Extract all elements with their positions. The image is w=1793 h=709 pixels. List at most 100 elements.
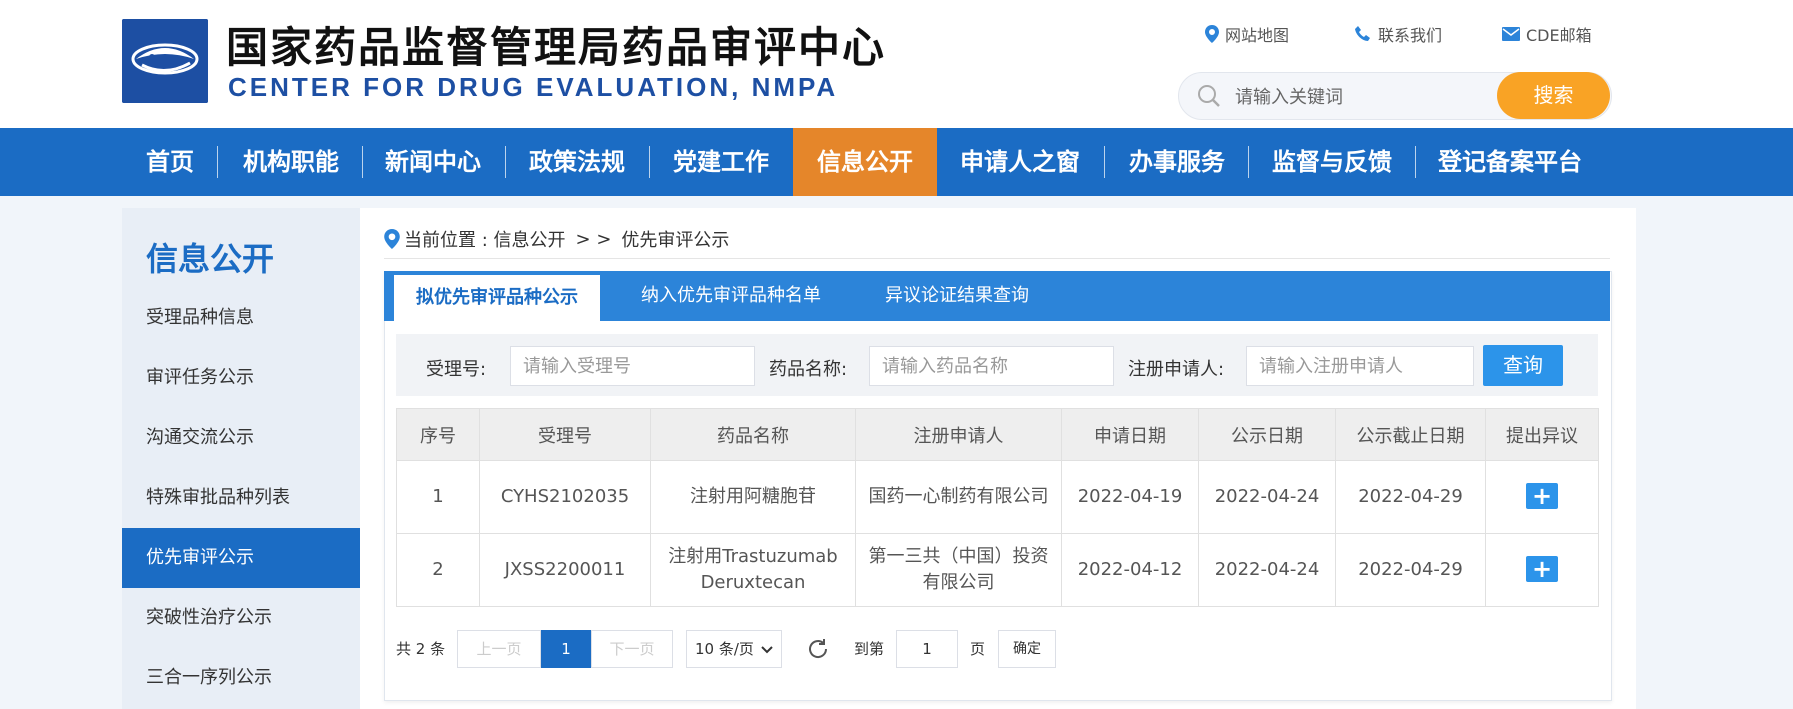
nav-divider — [649, 146, 650, 178]
accept-no-label: 受理号: — [426, 359, 487, 380]
cell-index: 1 — [396, 460, 480, 534]
page-1-button[interactable]: 1 — [541, 630, 591, 668]
sitemap-link[interactable]: 网站地图 — [1205, 22, 1289, 46]
tab-bar: 拟优先审评品种公示 纳入优先审评品种名单 异议论证结果查询 — [384, 271, 1610, 321]
site-title: 国家药品监督管理局药品审评中心 — [226, 23, 887, 72]
cell-applicant: 国药一心制药有限公司 — [855, 460, 1062, 534]
cell-drug-name: 注射用阿糖胞苷 — [650, 460, 856, 534]
nav-divider — [1248, 146, 1249, 178]
goto-page-input[interactable]: 1 — [896, 630, 958, 668]
raise-objection-button[interactable]: + — [1526, 482, 1558, 509]
cell-deadline: 2022-04-29 — [1335, 533, 1486, 607]
nav-news[interactable]: 新闻中心 — [374, 128, 492, 196]
col-header-drug-name: 药品名称 — [650, 408, 856, 461]
table-header-row: 序号 受理号 药品名称 注册申请人 申请日期 公示日期 公示截止日期 提出异议 — [396, 408, 1599, 461]
page-unit-label: 页 — [970, 640, 986, 658]
cell-objection: + — [1485, 533, 1599, 607]
chevron-down-icon — [761, 646, 773, 654]
tab-included-list[interactable]: 纳入优先审评品种名单 — [628, 271, 834, 321]
next-page-button[interactable]: 下一页 — [591, 630, 673, 668]
sitemap-label: 网站地图 — [1225, 26, 1290, 45]
goto-label: 到第 — [854, 640, 885, 658]
cell-deadline: 2022-04-29 — [1335, 460, 1486, 534]
site-subtitle: CENTER FOR DRUG EVALUATION, NMPA — [228, 72, 839, 102]
drug-name-label: 药品名称: — [769, 359, 848, 380]
raise-objection-button[interactable]: + — [1526, 555, 1558, 582]
site-header: 国家药品监督管理局药品审评中心 CENTER FOR DRUG EVALUATI… — [0, 0, 1793, 128]
col-header-index: 序号 — [396, 408, 480, 461]
contact-link[interactable]: 联系我们 — [1354, 22, 1442, 46]
breadcrumb-prefix[interactable]: 当前位置 : 信息公开 — [404, 226, 566, 252]
cell-apply-date: 2022-04-12 — [1061, 533, 1199, 607]
location-pin-icon — [1205, 25, 1219, 43]
cell-apply-date: 2022-04-19 — [1061, 460, 1199, 534]
nav-divider — [1415, 146, 1416, 178]
total-count: 共 2 条 — [396, 640, 446, 658]
col-header-accept-no: 受理号 — [479, 408, 651, 461]
cell-index: 2 — [396, 533, 480, 607]
col-header-deadline: 公示截止日期 — [1335, 408, 1486, 461]
applicant-label: 注册申请人: — [1128, 359, 1225, 380]
priority-review-table: 序号 受理号 药品名称 注册申请人 申请日期 公示日期 公示截止日期 提出异议 … — [396, 408, 1599, 607]
drug-name-input[interactable] — [869, 346, 1114, 386]
sidebar-item-accepted[interactable]: 受理品种信息 — [122, 288, 360, 348]
search-input[interactable] — [1233, 83, 1507, 111]
nav-functions[interactable]: 机构职能 — [230, 128, 352, 196]
cell-objection: + — [1485, 460, 1599, 534]
sidebar-item-special-approval[interactable]: 特殊审批品种列表 — [122, 468, 360, 528]
table-row: 2 JXSS2200011 注射用Trastuzumab Deruxtecan … — [396, 533, 1599, 607]
prev-page-button[interactable]: 上一页 — [457, 630, 541, 668]
search-icon — [1198, 85, 1220, 107]
search-button[interactable]: 搜索 — [1497, 72, 1610, 119]
mail-link[interactable]: CDE邮箱 — [1502, 22, 1592, 46]
page-size-select[interactable]: 10 条/页 — [686, 630, 782, 668]
sidebar-item-review-tasks[interactable]: 审评任务公示 — [122, 348, 360, 408]
nav-divider — [217, 146, 218, 178]
sidebar: 信息公开 受理品种信息 审评任务公示 沟通交流公示 特殊审批品种列表 优先审评公… — [122, 208, 360, 709]
nav-party[interactable]: 党建工作 — [662, 128, 780, 196]
nav-policy[interactable]: 政策法规 — [518, 128, 636, 196]
phone-icon — [1355, 26, 1370, 41]
nav-applicant[interactable]: 申请人之窗 — [950, 128, 1090, 196]
nav-home[interactable]: 首页 — [124, 128, 216, 196]
nav-divider — [1104, 146, 1105, 178]
breadcrumb: 当前位置 : 信息公开 > > 优先审评公示 — [384, 226, 729, 252]
nav-registration[interactable]: 登记备案平台 — [1428, 128, 1592, 196]
nav-divider — [362, 146, 363, 178]
sidebar-item-three-in-one[interactable]: 三合一序列公示 — [122, 648, 360, 708]
col-header-applicant: 注册申请人 — [855, 408, 1062, 461]
sidebar-item-breakthrough[interactable]: 突破性治疗公示 — [122, 588, 360, 648]
query-button[interactable]: 查询 — [1483, 345, 1563, 386]
sidebar-item-communication[interactable]: 沟通交流公示 — [122, 408, 360, 468]
accept-no-input[interactable] — [510, 346, 755, 386]
location-pin-icon — [384, 229, 400, 249]
nav-info-public[interactable]: 信息公开 — [793, 128, 937, 196]
tab-proposed-priority[interactable]: 拟优先审评品种公示 — [394, 275, 600, 321]
refresh-icon[interactable] — [806, 637, 830, 661]
main-nav: 首页 机构职能 新闻中心 政策法规 党建工作 信息公开 申请人之窗 办事服务 监… — [0, 128, 1793, 196]
table-row: 1 CYHS2102035 注射用阿糖胞苷 国药一心制药有限公司 2022-04… — [396, 460, 1599, 534]
breadcrumb-divider — [384, 258, 1610, 259]
nav-divider — [505, 146, 506, 178]
cde-logo[interactable] — [122, 19, 208, 103]
applicant-input[interactable] — [1246, 346, 1474, 386]
tab-objection-results[interactable]: 异议论证结果查询 — [862, 271, 1052, 321]
col-header-publish-date: 公示日期 — [1198, 408, 1336, 461]
mail-label: CDE邮箱 — [1526, 26, 1592, 45]
cell-publish-date: 2022-04-24 — [1198, 533, 1336, 607]
col-header-objection: 提出异议 — [1485, 408, 1599, 461]
cell-accept-no: JXSS2200011 — [479, 533, 651, 607]
nav-services[interactable]: 办事服务 — [1118, 128, 1236, 196]
cell-accept-no: CYHS2102035 — [479, 460, 651, 534]
confirm-button[interactable]: 确定 — [998, 630, 1056, 668]
cell-applicant: 第一三共（中国）投资有限公司 — [855, 533, 1062, 607]
breadcrumb-separator: > > — [575, 228, 612, 250]
col-header-apply-date: 申请日期 — [1061, 408, 1199, 461]
page-size-value: 10 条/页 — [695, 640, 754, 658]
cell-drug-name: 注射用Trastuzumab Deruxtecan — [650, 533, 856, 607]
contact-label: 联系我们 — [1378, 26, 1443, 45]
breadcrumb-current: 优先审评公示 — [621, 230, 730, 251]
mail-icon — [1502, 27, 1520, 41]
sidebar-item-priority-review[interactable]: 优先审评公示 — [122, 528, 360, 588]
nav-supervision[interactable]: 监督与反馈 — [1262, 128, 1402, 196]
